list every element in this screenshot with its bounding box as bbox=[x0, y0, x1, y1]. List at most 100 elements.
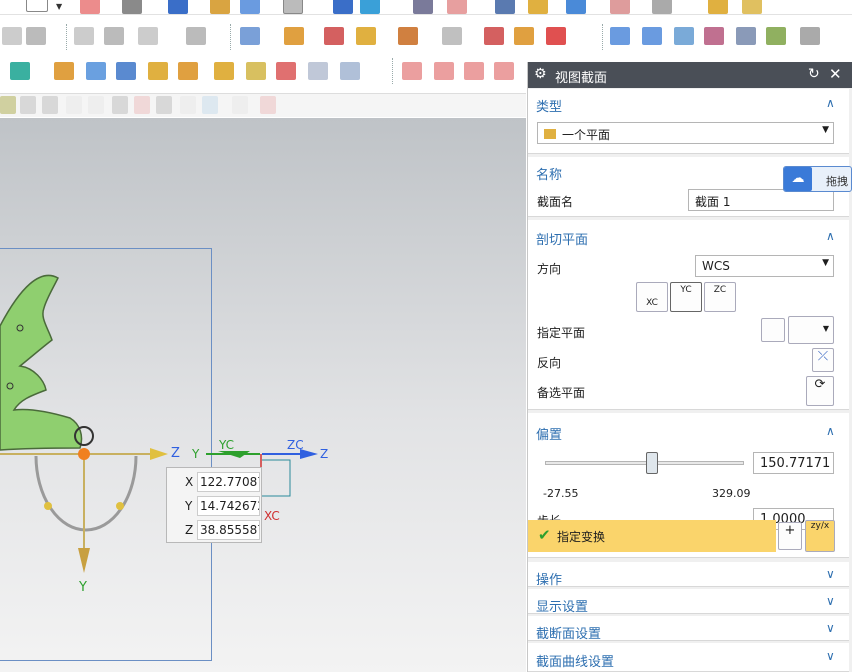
close-icon[interactable]: ✕ bbox=[829, 65, 842, 83]
tool-icon[interactable] bbox=[276, 62, 296, 80]
tool-icon[interactable] bbox=[10, 62, 30, 80]
tool-icon[interactable] bbox=[494, 62, 514, 80]
tool-icon[interactable] bbox=[528, 0, 548, 14]
display-settings-header[interactable]: 显示设置 bbox=[536, 596, 588, 615]
section-curve-settings-header[interactable]: 截面曲线设置 bbox=[536, 651, 614, 670]
snap-icon[interactable] bbox=[180, 96, 196, 114]
snap-icon[interactable] bbox=[88, 96, 104, 114]
direction-dropdown[interactable]: WCS ▼ bbox=[695, 255, 834, 277]
tool-icon[interactable] bbox=[283, 0, 303, 14]
tool-icon[interactable] bbox=[674, 27, 694, 45]
zc-plane-button[interactable]: ZC bbox=[704, 282, 736, 312]
xc-plane-button[interactable]: XC bbox=[636, 282, 668, 312]
coord-z-field[interactable]: 38.855587 bbox=[197, 520, 260, 540]
tool-icon[interactable] bbox=[360, 0, 380, 14]
chevron-down-icon[interactable]: ∨ bbox=[826, 567, 835, 581]
tool-icon[interactable] bbox=[800, 27, 820, 45]
plane-select-icon[interactable] bbox=[761, 318, 785, 342]
tool-icon[interactable] bbox=[210, 0, 230, 14]
tool-icon[interactable] bbox=[324, 27, 344, 45]
tool-icon[interactable] bbox=[546, 27, 566, 45]
tool-icon[interactable] bbox=[2, 27, 22, 45]
tool-icon[interactable] bbox=[766, 27, 786, 45]
section-curve-settings-section[interactable]: 截面曲线设置 ∨ bbox=[528, 643, 849, 672]
tool-icon[interactable] bbox=[186, 27, 206, 45]
coord-y-field[interactable]: 14.742672 bbox=[197, 496, 260, 516]
transform-add-button[interactable]: + bbox=[778, 522, 802, 550]
drag-badge[interactable]: ☁ 拖拽 bbox=[783, 166, 852, 192]
offset-slider-track[interactable] bbox=[545, 461, 744, 465]
reverse-direction-button[interactable]: ⤫ bbox=[812, 348, 834, 372]
dropdown-arrow-icon[interactable]: ▼ bbox=[56, 2, 62, 11]
tool-icon[interactable] bbox=[484, 27, 504, 45]
tool-icon[interactable] bbox=[356, 27, 376, 45]
chevron-up-icon[interactable]: ∧ bbox=[826, 229, 835, 243]
tool-icon[interactable] bbox=[246, 62, 266, 80]
snap-icon[interactable] bbox=[20, 96, 36, 114]
tool-icon[interactable] bbox=[104, 27, 124, 45]
snap-icon[interactable] bbox=[0, 96, 16, 114]
tool-icon[interactable] bbox=[398, 27, 418, 45]
plane-dialog-button[interactable]: ▼ bbox=[788, 316, 834, 344]
cut-face-settings-header[interactable]: 截断面设置 bbox=[536, 623, 601, 642]
yc-plane-button[interactable]: YC bbox=[670, 282, 702, 312]
snap-icon[interactable] bbox=[134, 96, 150, 114]
cut-face-settings-section[interactable]: 截断面设置 ∨ bbox=[528, 616, 849, 642]
section-name-input[interactable]: 截面 1 bbox=[688, 189, 834, 211]
tool-icon[interactable] bbox=[566, 0, 586, 14]
gear-icon[interactable]: ⚙ bbox=[534, 66, 547, 82]
tool-icon[interactable] bbox=[402, 62, 422, 80]
cut-plane-header[interactable]: 剖切平面 bbox=[536, 229, 588, 248]
snap-icon[interactable] bbox=[232, 96, 248, 114]
reset-icon[interactable]: ↻ bbox=[808, 66, 820, 82]
snap-icon[interactable] bbox=[156, 96, 172, 114]
tool-icon[interactable] bbox=[736, 27, 756, 45]
operation-header[interactable]: 操作 bbox=[536, 569, 562, 588]
tool-icon[interactable] bbox=[308, 62, 328, 80]
chevron-up-icon[interactable]: ∧ bbox=[826, 96, 835, 110]
tool-icon[interactable] bbox=[413, 0, 433, 14]
snap-icon[interactable] bbox=[66, 96, 82, 114]
snap-icon[interactable] bbox=[260, 96, 276, 114]
tool-icon[interactable] bbox=[464, 62, 484, 80]
tool-icon[interactable] bbox=[122, 0, 142, 14]
type-section-header[interactable]: 类型 bbox=[536, 96, 562, 115]
tool-icon[interactable] bbox=[178, 62, 198, 80]
tool-icon[interactable] bbox=[116, 62, 136, 80]
tool-icon[interactable] bbox=[168, 0, 188, 14]
tool-icon[interactable] bbox=[340, 62, 360, 80]
tool-icon[interactable] bbox=[86, 62, 106, 80]
alternate-plane-button[interactable]: ⟳ bbox=[806, 376, 834, 406]
snap-icon[interactable] bbox=[112, 96, 128, 114]
tool-icon[interactable] bbox=[434, 62, 454, 80]
tool-icon[interactable] bbox=[26, 27, 46, 45]
tool-icon[interactable] bbox=[742, 0, 762, 14]
specify-transform-row[interactable]: ✔ 指定变换 bbox=[528, 520, 776, 552]
tool-icon[interactable] bbox=[333, 0, 353, 14]
display-settings-section[interactable]: 显示设置 ∨ bbox=[528, 589, 849, 615]
tool-icon[interactable] bbox=[652, 0, 672, 14]
tool-icon[interactable] bbox=[610, 27, 630, 45]
tool-icon[interactable] bbox=[240, 0, 260, 14]
operation-section[interactable]: 操作 ∨ bbox=[528, 562, 849, 588]
offset-slider-thumb[interactable] bbox=[646, 452, 659, 474]
chevron-down-icon[interactable]: ∨ bbox=[826, 649, 835, 663]
tool-icon[interactable] bbox=[447, 0, 467, 14]
tool-icon[interactable] bbox=[514, 27, 534, 45]
tool-icon[interactable] bbox=[642, 27, 662, 45]
offset-value-input[interactable]: 150.77171 bbox=[753, 452, 834, 474]
coord-x-field[interactable]: 122.77087 bbox=[197, 472, 260, 492]
tool-icon[interactable] bbox=[80, 0, 100, 14]
chevron-up-icon[interactable]: ∧ bbox=[826, 424, 835, 438]
graphics-viewport[interactable]: Z Y YC ZC Z XC Y bbox=[0, 118, 526, 672]
tool-icon[interactable] bbox=[284, 27, 304, 45]
tool-icon[interactable] bbox=[240, 27, 260, 45]
tool-icon[interactable] bbox=[610, 0, 630, 14]
snap-icon[interactable] bbox=[42, 96, 58, 114]
search-icon[interactable] bbox=[26, 0, 48, 12]
chevron-down-icon[interactable]: ∨ bbox=[826, 621, 835, 635]
tool-icon[interactable] bbox=[495, 0, 515, 14]
tool-icon[interactable] bbox=[148, 62, 168, 80]
tool-icon[interactable] bbox=[442, 27, 462, 45]
tool-icon[interactable] bbox=[704, 27, 724, 45]
